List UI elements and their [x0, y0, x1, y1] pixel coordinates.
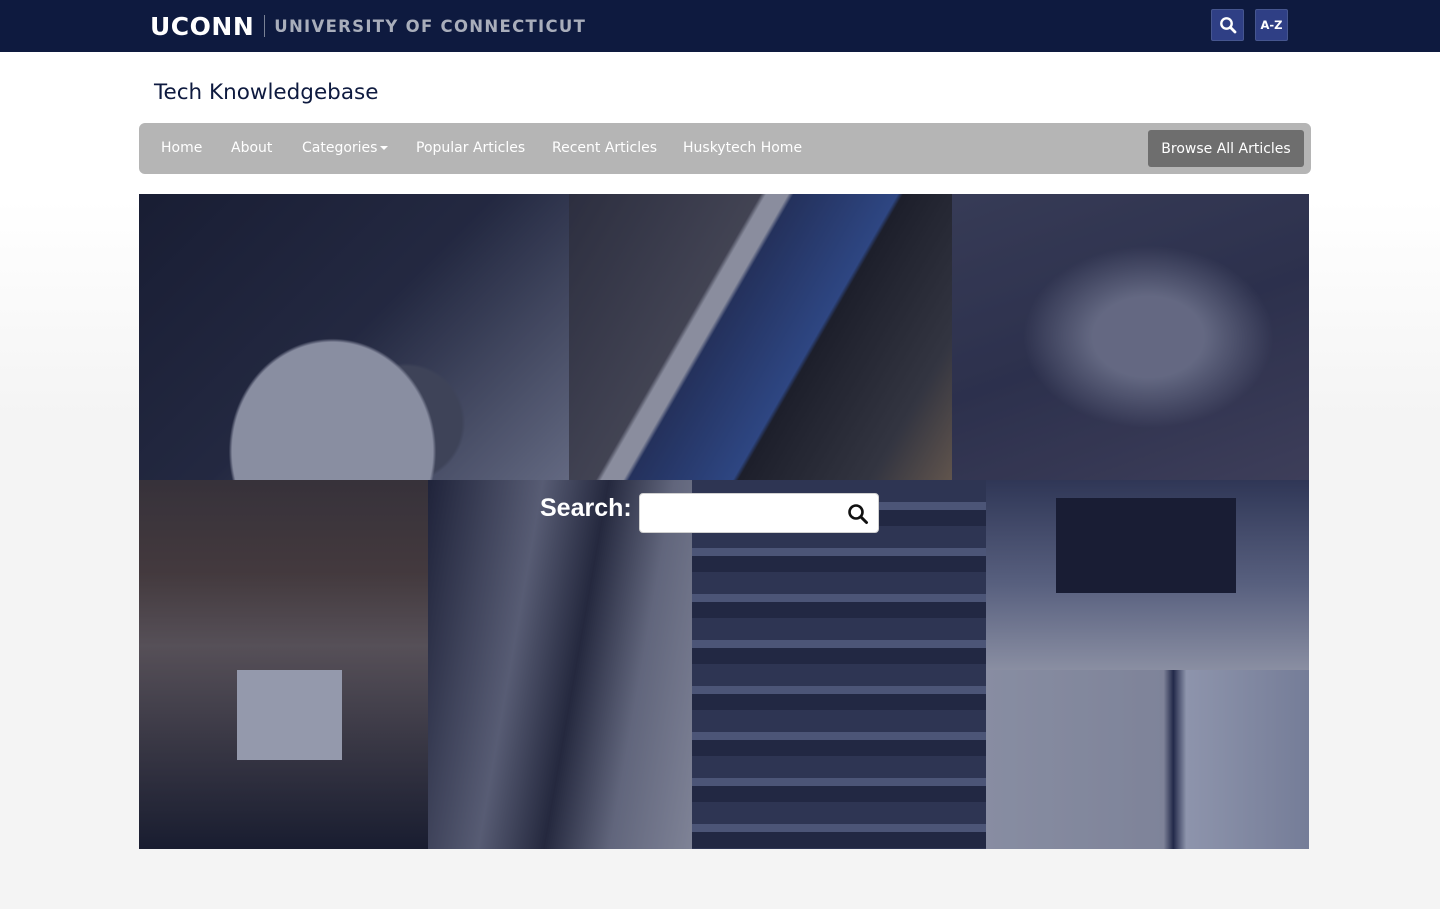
main-nav: Home About Categories Popular Articles R… [139, 123, 1311, 174]
uconn-wordmark[interactable]: UCONN UNIVERSITY OF CONNECTICUT [150, 11, 586, 41]
screen-pointing-photo [986, 670, 1309, 849]
search-icon [1219, 17, 1236, 34]
workstation-photo [986, 480, 1309, 670]
header-search-button[interactable] [1211, 9, 1244, 41]
network-cable-photo [952, 194, 1309, 480]
search-input[interactable] [646, 498, 836, 528]
search-submit-button[interactable] [845, 501, 871, 527]
search-box [639, 493, 879, 533]
site-title[interactable]: Tech Knowledgebase [154, 80, 378, 105]
computer-lab-photo [139, 480, 428, 849]
nav-popular-articles[interactable]: Popular Articles [416, 123, 525, 174]
nav-about[interactable]: About [231, 123, 272, 174]
university-name: UNIVERSITY OF CONNECTICUT [274, 16, 587, 36]
nav-categories-label: Categories [302, 140, 378, 156]
wordmark-divider [264, 15, 266, 37]
hard-drive-photo [139, 194, 569, 480]
nav-huskytech-home[interactable]: Huskytech Home [683, 123, 802, 174]
monitor-screen [1056, 498, 1236, 593]
monitor-screen [237, 670, 342, 760]
brand-logo: UCONN [150, 11, 255, 41]
search-label: Search: [540, 494, 632, 522]
server-rack-photo [692, 480, 986, 849]
nav-categories[interactable]: Categories [302, 123, 389, 174]
browse-all-articles-button[interactable]: Browse All Articles [1148, 130, 1304, 167]
tablets-photo [569, 194, 952, 480]
caret-down-icon [380, 146, 389, 150]
nav-home[interactable]: Home [161, 123, 202, 174]
top-bar: UCONN UNIVERSITY OF CONNECTICUT A-Z [0, 0, 1440, 52]
az-index-button[interactable]: A-Z [1255, 9, 1288, 41]
search-icon [848, 504, 868, 524]
nav-recent-articles[interactable]: Recent Articles [552, 123, 657, 174]
desktop-towers-photo [428, 480, 692, 849]
